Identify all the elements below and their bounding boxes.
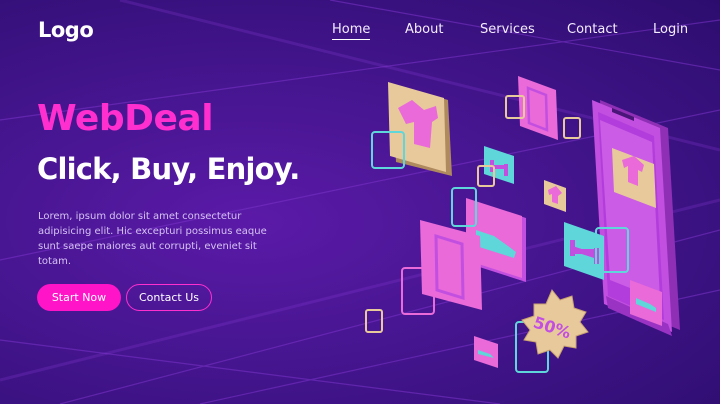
shirt-tile-icon — [388, 82, 452, 176]
landing-page: Logo Home About Services Contact Login W… — [0, 0, 720, 404]
shoe-tile-icon — [474, 336, 498, 368]
shopping-illustration: 50% — [365, 76, 680, 373]
shirt-tile-icon — [544, 180, 566, 212]
